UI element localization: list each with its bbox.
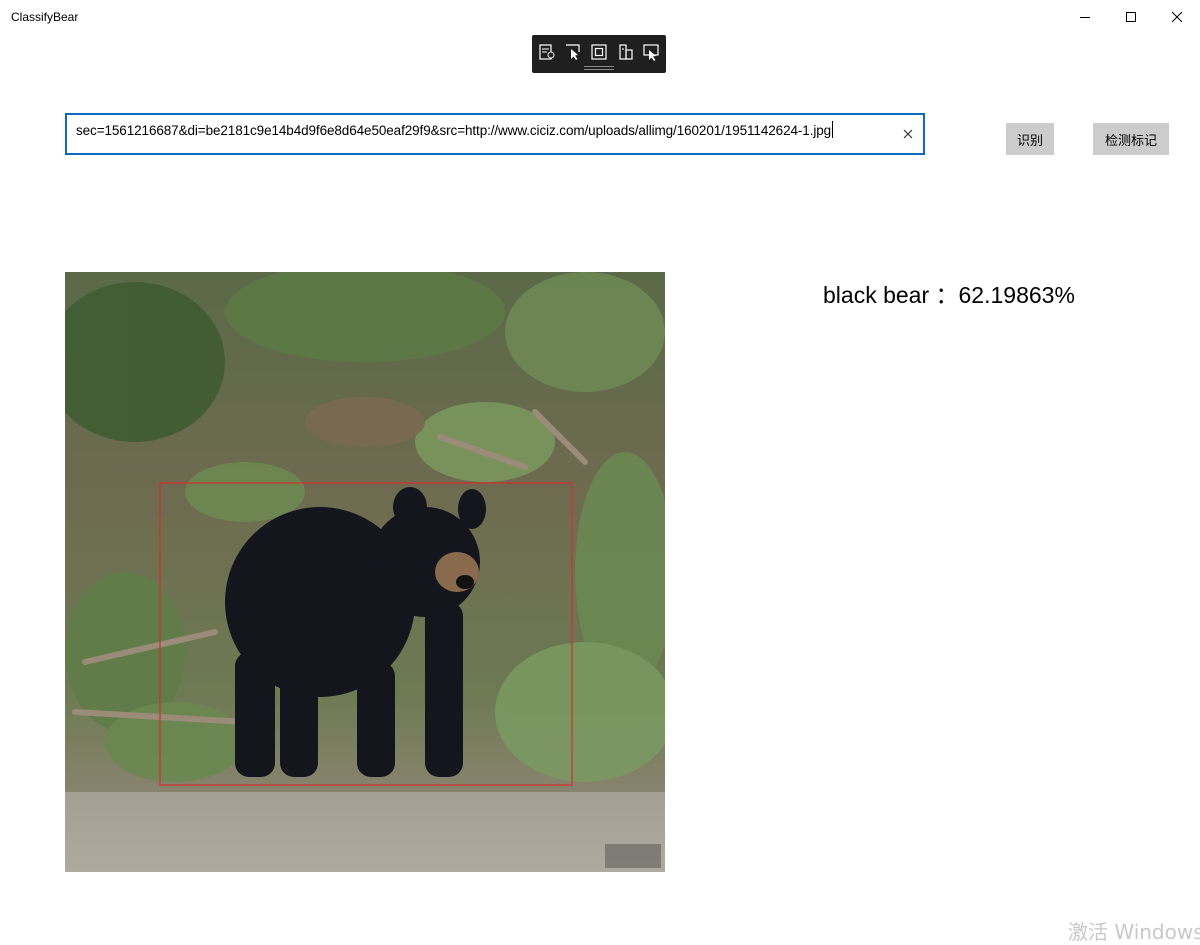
- activate-windows-watermark: 激活 Windows: [1068, 920, 1200, 944]
- debug-toolbar: [532, 35, 666, 73]
- text-caret: [832, 121, 834, 138]
- detect-mark-button[interactable]: 检测标记: [1093, 123, 1169, 155]
- close-window-button[interactable]: [1154, 0, 1200, 34]
- live-visual-tree-button[interactable]: [536, 42, 558, 62]
- live-visual-tree-icon: [539, 44, 555, 60]
- classify-button[interactable]: 识别: [1006, 123, 1054, 155]
- select-element-icon: [566, 44, 580, 60]
- window-title: ClassifyBear: [11, 10, 79, 24]
- display-layout-adorners-icon: [591, 44, 607, 60]
- image-watermark: [605, 844, 661, 868]
- maximize-icon: [1126, 12, 1136, 22]
- minimize-button[interactable]: [1062, 0, 1108, 34]
- close-icon: [1171, 11, 1183, 23]
- bear-image: [65, 272, 665, 872]
- minimize-icon: [1080, 17, 1090, 18]
- close-icon: [903, 129, 913, 139]
- track-focus-icon: [619, 44, 633, 60]
- select-element-button[interactable]: [562, 42, 584, 62]
- hot-reload-icon: [643, 44, 659, 61]
- classification-result: black bear ：62.19863%: [823, 282, 1075, 308]
- maximize-button[interactable]: [1108, 0, 1154, 34]
- layout-adorners-button[interactable]: [588, 42, 610, 62]
- image-url-value[interactable]: sec=1561216687&di=be2181c9e14b4d9f6e8d64…: [76, 121, 834, 138]
- image-url-input[interactable]: sec=1561216687&di=be2181c9e14b4d9f6e8d64…: [65, 113, 925, 155]
- clear-input-button[interactable]: [899, 125, 917, 143]
- hot-reload-button[interactable]: [640, 42, 662, 62]
- track-focus-button[interactable]: [614, 42, 636, 62]
- gravel-ground: [65, 792, 665, 872]
- title-bar: ClassifyBear: [0, 0, 1200, 34]
- toolbar-grip[interactable]: [584, 66, 614, 70]
